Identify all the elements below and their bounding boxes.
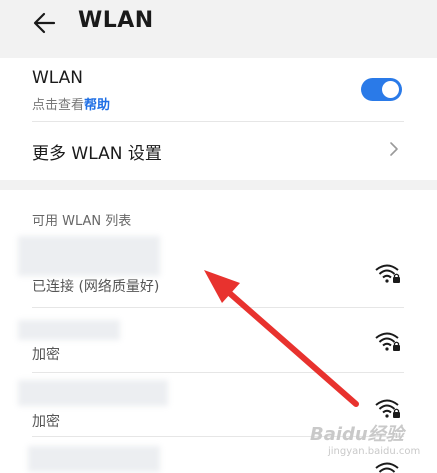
divider xyxy=(32,372,404,373)
wlan-help-hint: 点击查看帮助 xyxy=(32,94,110,113)
network-status: 加密 xyxy=(32,347,60,363)
help-link[interactable]: 帮助 xyxy=(84,98,110,113)
wifi-lock-icon xyxy=(375,264,400,283)
watermark-url: jingyan.baidu.com xyxy=(328,446,421,457)
network-name-redacted xyxy=(18,320,120,340)
divider xyxy=(32,307,404,308)
network-status: 已连接 (网络质量好) xyxy=(32,279,160,295)
wifi-lock-icon xyxy=(375,332,400,351)
divider xyxy=(32,121,404,122)
wlan-toggle-label: WLAN xyxy=(32,68,84,88)
network-name-redacted xyxy=(18,236,160,276)
help-hint-text: 点击查看 xyxy=(32,98,85,113)
toggle-knob xyxy=(382,81,399,98)
page-title: WLAN xyxy=(78,8,154,33)
network-status: 加密 xyxy=(32,414,60,430)
network-name-redacted xyxy=(18,380,168,406)
network-name-redacted xyxy=(28,446,160,472)
chevron-right-icon[interactable] xyxy=(388,141,400,157)
wlan-settings-card: WLAN 点击查看帮助 更多 WLAN 设置 xyxy=(0,58,437,180)
watermark-brand: Baidu经验 xyxy=(310,424,404,445)
more-wlan-settings-label[interactable]: 更多 WLAN 设置 xyxy=(32,139,162,164)
wifi-lock-icon xyxy=(375,399,400,418)
back-arrow-icon[interactable] xyxy=(32,10,58,36)
baidu-jingyan-watermark: Baidu经验 jingyan.baidu.com xyxy=(300,418,437,470)
wlan-list-title: 可用 WLAN 列表 xyxy=(32,214,132,229)
wlan-toggle-switch[interactable] xyxy=(361,78,402,101)
top-bar: WLAN xyxy=(0,0,437,50)
